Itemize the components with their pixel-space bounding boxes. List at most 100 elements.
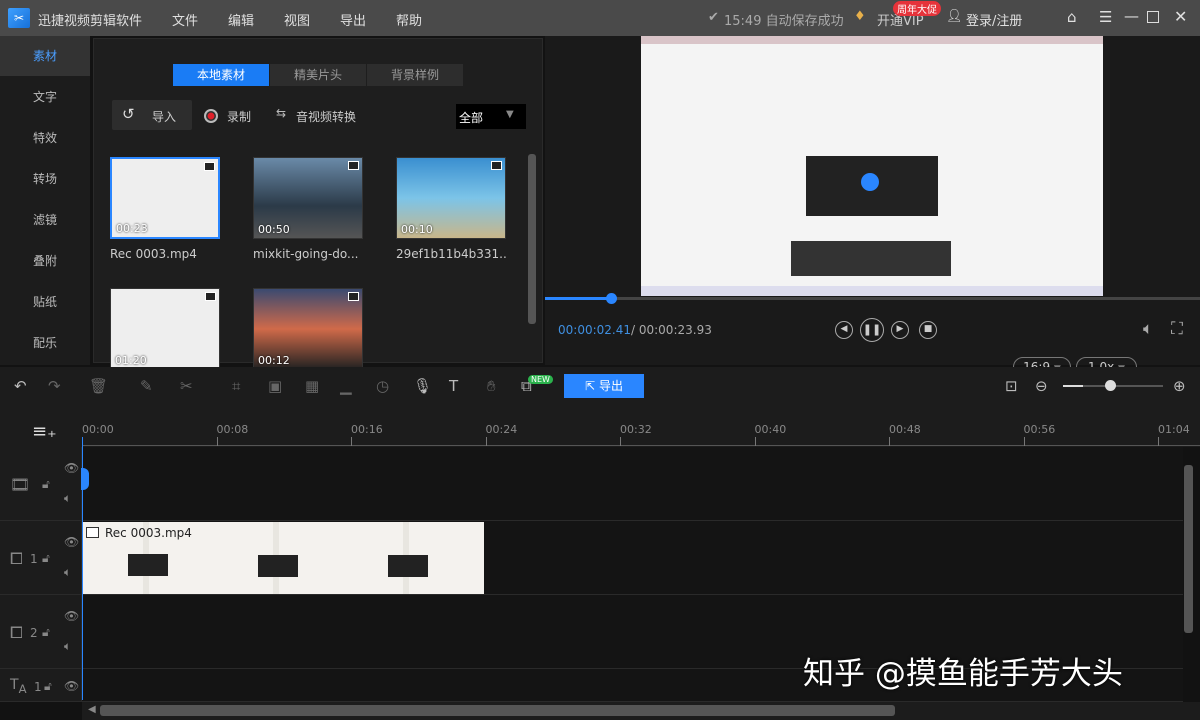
freeze-icon[interactable]: ▣ (268, 377, 282, 395)
lock-icon[interactable]: 🔓︎ (42, 625, 50, 640)
menu-help[interactable]: 帮助 (396, 10, 422, 29)
record-icon[interactable] (204, 109, 218, 123)
eye-icon[interactable]: 👁︎ (64, 535, 79, 549)
video-icon (86, 527, 99, 538)
timeline-ruler: ≡₊ 00:00 00:08 00:16 00:24 00:32 00:40 00:48 00… (0, 407, 1200, 447)
timeline-vertical-scrollbar[interactable] (1184, 465, 1193, 633)
pause-button[interactable]: ❚❚ (860, 318, 884, 342)
menu-icon[interactable]: ☰ (1099, 8, 1112, 26)
redo-icon[interactable]: ↷ (48, 377, 61, 395)
tab-backgrounds[interactable]: 背景样例 (367, 64, 463, 86)
mosaic-icon[interactable]: ▦ (305, 377, 319, 395)
playback-progress[interactable] (545, 293, 1200, 304)
menu-file[interactable]: 文件 (172, 10, 198, 29)
media-scrollbar[interactable] (528, 154, 536, 324)
stop-button[interactable]: ■ (919, 321, 937, 339)
voice-change-icon[interactable]: ✋︎ (487, 377, 496, 395)
media-thumb[interactable]: 00:23 (110, 157, 220, 239)
timeline-horizontal-scrollbar[interactable]: ◀ (82, 702, 1200, 720)
maximize-icon[interactable] (1147, 11, 1159, 23)
media-name: mixkit-going-do... (253, 247, 358, 261)
home-icon[interactable]: ⌂ (1067, 8, 1077, 26)
media-name: 29ef1b11b4b331... (396, 247, 506, 261)
zoom-slider[interactable] (1063, 380, 1163, 391)
undo-icon[interactable]: ↶ (14, 377, 27, 395)
current-time: 00:00:02.41 (558, 323, 631, 337)
playhead-handle[interactable] (81, 468, 89, 490)
sidebar-item-text[interactable]: 文字 (0, 77, 90, 117)
cut-icon[interactable]: ✂ (180, 377, 193, 395)
minimize-icon[interactable]: — (1124, 7, 1139, 25)
media-thumb[interactable]: 00:50 (253, 157, 363, 239)
sidebar-item-material[interactable]: 素材 (0, 36, 90, 76)
media-thumb[interactable]: 00:10 (396, 157, 506, 239)
scroll-left-icon[interactable]: ◀ (88, 704, 96, 715)
eye-icon[interactable]: 👁︎ (64, 461, 79, 475)
speaker-icon[interactable]: 🔈︎ (64, 639, 71, 654)
user-icon: 👤︎ (946, 9, 963, 24)
sidebar-item-music[interactable]: 配乐 (0, 323, 90, 363)
tab-local-media[interactable]: 本地素材 (173, 64, 269, 86)
track-header: 🎞︎ 🔓︎ 👁︎ 🔈︎ (0, 447, 82, 520)
timeline-clip[interactable]: Rec 0003.mp4 (83, 522, 484, 594)
close-icon[interactable]: ✕ (1174, 7, 1187, 26)
sidebar-item-overlay[interactable]: 叠附 (0, 241, 90, 281)
sidebar-item-stickers[interactable]: 贴纸 (0, 282, 90, 322)
zoom-out-icon[interactable]: ⊖ (1035, 377, 1048, 395)
sidebar-item-filters[interactable]: 滤镜 (0, 200, 90, 240)
add-track-icon[interactable]: ≡₊ (32, 421, 57, 442)
duration: 00:10 (401, 223, 433, 236)
category-sidebar: 素材 文字 特效 转场 滤镜 叠附 贴纸 配乐 (0, 36, 90, 365)
delete-icon[interactable]: 🗑︎ (89, 377, 108, 395)
media-thumb[interactable]: 00:12 (253, 288, 363, 370)
ruler-tick (620, 437, 621, 446)
edit-icon[interactable]: ✎ (140, 377, 153, 395)
convert-button[interactable]: 音视频转换 (296, 108, 356, 125)
track-header: ⧠ 2 🔓︎ 👁︎ 🔈︎ (0, 595, 82, 668)
microphone-icon[interactable]: 🎙︎ (413, 377, 432, 395)
picture-in-picture-track-1: ⧠ 1 🔓︎ 👁︎ 🔈︎ Rec 0003.mp4 (0, 521, 1183, 595)
ruler-tick-label: 01:04 (1158, 423, 1190, 436)
media-name: Rec 0003.mp4 (110, 247, 197, 261)
prev-frame-button[interactable]: ◀ (835, 321, 853, 339)
lock-icon[interactable]: 🔓︎ (42, 477, 50, 492)
video-icon (491, 161, 502, 170)
text-to-speech-icon[interactable]: T (449, 377, 458, 395)
sidebar-item-effects[interactable]: 特效 (0, 118, 90, 158)
audio-levels-icon[interactable]: ▁ (340, 377, 352, 395)
import-button[interactable]: ↺ 导入 (112, 100, 192, 130)
zoom-in-icon[interactable]: ⊕ (1173, 377, 1186, 395)
lock-icon[interactable]: 🔓︎ (42, 551, 50, 566)
fit-timeline-icon[interactable]: ⊡ (1005, 377, 1018, 395)
record-button[interactable]: 录制 (227, 108, 251, 125)
app-title: 迅捷视频剪辑软件 (38, 14, 143, 29)
clip-name: Rec 0003.mp4 (105, 526, 192, 540)
tab-intros[interactable]: 精美片头 (270, 64, 366, 86)
crop-icon[interactable]: ⌗ (232, 377, 240, 395)
lock-icon[interactable]: 🔓︎ (44, 679, 52, 694)
volume-icon[interactable]: 🔈︎ (1143, 319, 1153, 339)
sidebar-item-transitions[interactable]: 转场 (0, 159, 90, 199)
speaker-icon[interactable]: 🔈︎ (64, 565, 71, 580)
eye-icon[interactable]: 👁︎ (64, 679, 79, 693)
menu-edit[interactable]: 编辑 (228, 10, 254, 29)
text-track-icon: TA (10, 677, 27, 696)
export-button[interactable]: ⇱ 导出 (564, 374, 644, 398)
video-icon (204, 162, 215, 171)
duration: 00:23 (116, 222, 148, 235)
pip-icon: ⧠ (10, 549, 23, 568)
film-icon: 🎞︎ (10, 475, 31, 494)
speaker-icon[interactable]: 🔈︎ (64, 491, 71, 506)
login-button[interactable]: 登录/注册 (966, 10, 1022, 29)
menu-export[interactable]: 导出 (340, 10, 366, 29)
duration: 01:20 (115, 354, 147, 367)
media-thumb[interactable]: 01:20 (110, 288, 220, 370)
video-main-track: 🎞︎ 🔓︎ 👁︎ 🔈︎ (0, 447, 1183, 521)
fullscreen-icon[interactable]: ⛶ (1171, 319, 1183, 339)
ruler-tick (754, 437, 756, 446)
eye-icon[interactable]: 👁︎ (64, 609, 79, 623)
menu-view[interactable]: 视图 (284, 10, 310, 29)
filter-select[interactable]: 全部 ▼ (456, 104, 526, 129)
duration-icon[interactable]: ◷ (376, 377, 389, 395)
next-frame-button[interactable]: ▶ (891, 321, 909, 339)
